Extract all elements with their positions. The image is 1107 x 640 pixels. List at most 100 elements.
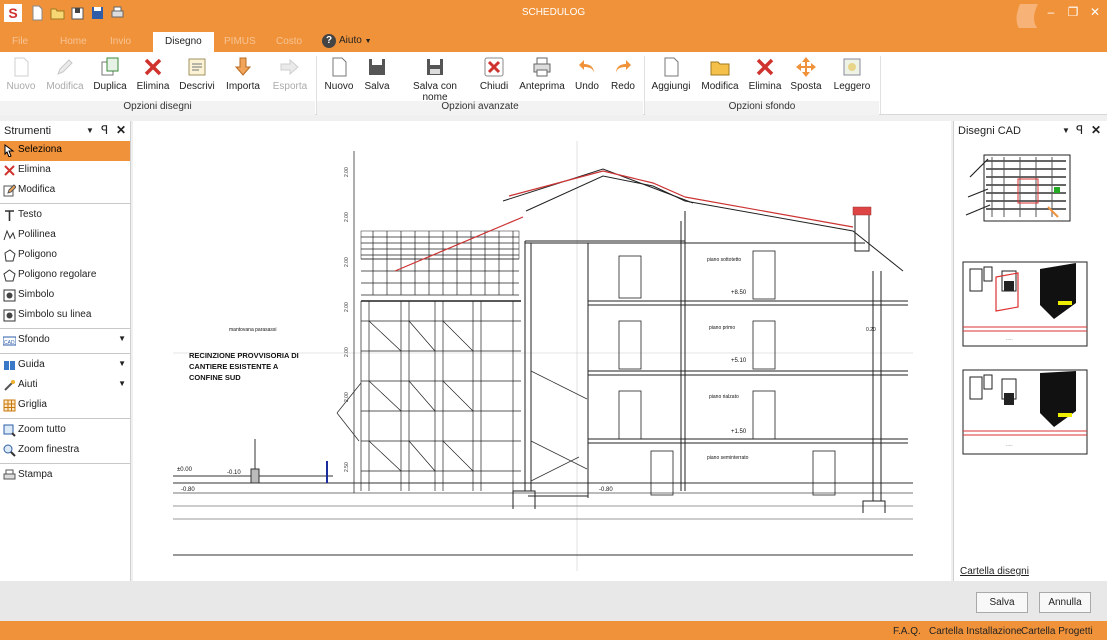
duplica-button[interactable]: Duplica	[92, 56, 128, 100]
cad-thumbnail-2[interactable]: ·····	[962, 261, 1088, 347]
save-as-icon	[427, 59, 443, 75]
pin-icon[interactable]: ꟼ	[1076, 123, 1083, 137]
tool-sfondo[interactable]: CAD Sfondo ▼	[0, 331, 130, 351]
tool-testo[interactable]: Testo	[0, 206, 130, 226]
cad-thumbnail-1[interactable]	[962, 147, 1088, 229]
descrivi-button[interactable]: Descrivi	[178, 56, 216, 100]
level-510: +5.10	[731, 358, 747, 364]
tool-griglia[interactable]: Griglia	[0, 396, 130, 416]
level-850: +8.50	[731, 290, 747, 296]
svg-text:·····: ·····	[1006, 337, 1013, 342]
tools-divider	[0, 463, 130, 464]
importa-button[interactable]: Importa	[224, 56, 262, 100]
salva-con-nome-button[interactable]: Salva con nome	[400, 56, 470, 103]
tool-zoom-tutto[interactable]: Zoom tutto	[0, 421, 130, 441]
esporta-button[interactable]: Esporta	[270, 56, 310, 100]
tab-disegno[interactable]: Disegno	[153, 32, 214, 52]
tab-file[interactable]: File	[6, 33, 34, 52]
level-m010: -0.10	[227, 470, 241, 476]
help-menu[interactable]: ? Aiuto ▼	[322, 34, 372, 48]
elimina-button[interactable]: Elimina	[136, 56, 170, 100]
group-opzioni-avanzate: Opzioni avanzate	[317, 101, 643, 115]
polyline-icon	[3, 229, 16, 241]
chevron-down-icon: ▼	[364, 38, 372, 45]
menu-bar: File Home Invio Disegno PIMUS Costo ? Aiu…	[0, 28, 1107, 52]
annulla-button[interactable]: Annulla	[1039, 592, 1091, 613]
dialog-button-area: Salva Annulla	[0, 581, 1107, 621]
location-plan-thumbnail-image: ·····	[962, 261, 1088, 347]
cartella-installazione-link[interactable]: Cartella Installazione	[929, 626, 1022, 637]
folder-icon	[710, 61, 730, 76]
redo-arrow-icon	[616, 60, 631, 73]
group-opzioni-sfondo: Opzioni sfondo	[645, 101, 879, 115]
panel-dropdown-icon[interactable]: ▼	[86, 126, 94, 135]
tool-polilinea[interactable]: Polilinea	[0, 226, 130, 246]
new-document-icon	[332, 57, 347, 77]
regular-polygon-icon	[3, 269, 16, 282]
tools-divider	[0, 353, 130, 354]
close-button[interactable]: ✕	[1084, 3, 1106, 21]
tool-guida[interactable]: Guida ▼	[0, 356, 130, 376]
tab-invio[interactable]: Invio	[104, 33, 137, 52]
floor-primo: piano primo	[709, 325, 735, 331]
restore-button[interactable]: ❐	[1062, 3, 1084, 21]
sposta-button[interactable]: Sposta	[788, 56, 824, 100]
tab-costo[interactable]: Costo	[270, 33, 308, 52]
pin-icon[interactable]: ꟼ	[101, 123, 108, 137]
tools-divider	[0, 203, 130, 204]
svg-text:·····: ·····	[1006, 443, 1013, 448]
symbol-on-line-icon	[3, 309, 16, 322]
modifica-sfondo-button[interactable]: Modifica	[700, 56, 740, 100]
polygon-icon	[4, 249, 16, 262]
close-document-icon	[484, 57, 504, 77]
svg-text:2.00: 2.00	[344, 302, 350, 312]
panel-close-icon[interactable]: ✕	[116, 123, 126, 137]
tool-stampa[interactable]: Stampa	[0, 466, 130, 486]
tool-modifica[interactable]: Modifica	[0, 181, 130, 201]
edit-icon	[3, 184, 16, 197]
tool-poligono[interactable]: Poligono	[0, 246, 130, 266]
nuovo-button[interactable]: Nuovo	[4, 56, 38, 100]
redo-button[interactable]: Redo	[610, 56, 636, 100]
tool-poligono-regolare[interactable]: Poligono regolare	[0, 266, 130, 286]
window-title: SCHEDULOG	[521, 7, 586, 18]
floor-seminterrato: piano seminterrato	[707, 455, 749, 461]
tool-aiuti[interactable]: Aiuti ▼	[0, 376, 130, 396]
salva-ribbon-button[interactable]: Salva	[362, 56, 392, 100]
tab-pimus[interactable]: PIMUS	[218, 33, 262, 52]
faq-link[interactable]: F.A.Q.	[893, 626, 921, 637]
cad-thumbnail-3[interactable]: ·····	[962, 369, 1088, 455]
svg-text:2.00: 2.00	[344, 257, 350, 267]
tool-simbolo-su-linea[interactable]: Simbolo su linea	[0, 306, 130, 326]
cartella-disegni-link[interactable]: Cartella disegni	[960, 566, 1029, 577]
undo-button[interactable]: Undo	[574, 56, 600, 100]
export-arrow-icon	[280, 58, 299, 76]
chevron-down-icon: ▼	[118, 334, 126, 343]
print-icon	[3, 469, 16, 480]
cartella-progetti-link[interactable]: Cartella Progetti	[1021, 626, 1093, 637]
panel-dropdown-icon[interactable]: ▼	[1062, 126, 1070, 135]
modifica-button[interactable]: Modifica	[44, 56, 86, 100]
cad-drawings-panel: Disegni CAD ▼ ꟼ ✕ ····· ····· Cartella d…	[953, 121, 1107, 581]
tab-home[interactable]: Home	[54, 33, 93, 52]
chiudi-button[interactable]: Chiudi	[478, 56, 510, 100]
tool-zoom-finestra[interactable]: Zoom finestra	[0, 441, 130, 461]
salva-button[interactable]: Salva	[976, 592, 1028, 613]
elimina-sfondo-button[interactable]: Elimina	[748, 56, 782, 100]
status-bar: F.A.Q. Cartella Installazione Cartella P…	[0, 621, 1107, 640]
light-background-icon	[843, 58, 861, 76]
anteprima-button[interactable]: Anteprima	[518, 56, 566, 100]
tool-seleziona[interactable]: Seleziona	[0, 141, 130, 161]
describe-icon	[188, 58, 206, 76]
nuovo-disegno-button[interactable]: Nuovo	[322, 56, 356, 100]
leggero-button[interactable]: Leggero	[832, 56, 872, 100]
drawing-canvas[interactable]: 2.00 2.00 2.00 2.00 2.00 2.00 2.50 manto…	[133, 121, 951, 581]
text-tool-icon	[5, 210, 14, 221]
level-150: +1.50	[731, 429, 747, 435]
tool-elimina[interactable]: Elimina	[0, 161, 130, 181]
aggiungi-button[interactable]: Aggiungi	[650, 56, 692, 100]
minimize-button[interactable]: –	[1040, 3, 1062, 21]
tool-simbolo[interactable]: Simbolo	[0, 286, 130, 306]
zoom-window-icon	[3, 444, 16, 457]
panel-close-icon[interactable]: ✕	[1091, 123, 1101, 137]
